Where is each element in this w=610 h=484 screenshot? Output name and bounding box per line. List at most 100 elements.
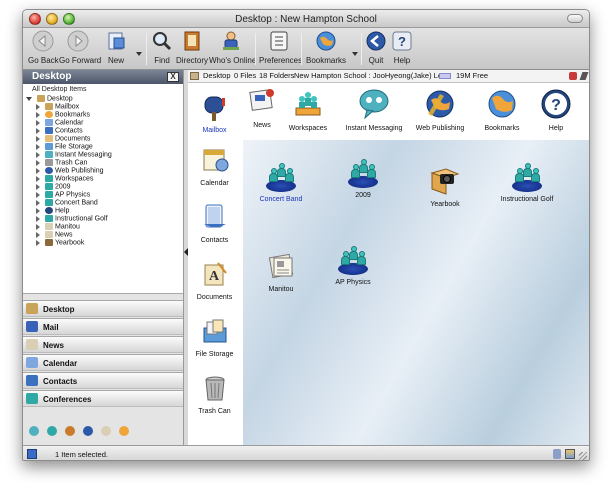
tree-item-trash-can[interactable]: Trash Can [36,159,87,167]
disclosure-triangle-icon[interactable] [36,191,40,198]
app-web-publishing[interactable]: Web Publishing [407,88,473,132]
preferences-button[interactable]: Preferences [259,30,302,65]
tree-item-web-publishing[interactable]: Web Publishing [36,167,104,175]
disclosure-triangle-icon[interactable] [36,103,40,110]
group-icon [45,191,53,198]
app-documents[interactable]: A Documents [188,259,241,301]
toolbar-toggle-button[interactable] [567,14,583,23]
disclosure-triangle-icon[interactable] [36,207,40,214]
go-back-button[interactable]: Go Back [28,30,59,65]
app-contacts[interactable]: Contacts [188,202,241,244]
file-storage-icon [45,143,53,150]
view-options-icon[interactable] [569,72,577,80]
go-forward-button[interactable]: Go Forward [59,30,101,65]
tree-item-label: Concert Band [55,199,98,207]
svg-text:A: A [208,269,219,284]
app-trash-can[interactable]: Trash Can [188,373,241,415]
whos-online-label: Who's Online [209,56,257,65]
disclosure-triangle-icon[interactable] [36,183,40,190]
disclosure-triangle-icon[interactable] [36,223,40,230]
tree-item-desktop[interactable]: Desktop [26,95,73,103]
nav-conferences[interactable]: Conferences [23,390,183,407]
disclosure-triangle-icon[interactable] [36,199,40,206]
disclosure-triangle-icon[interactable] [36,167,40,174]
whos-online-button[interactable]: Who's Online [209,30,257,65]
workspaces-mini-icon[interactable] [47,426,57,436]
folder-count: 18 Folders [259,71,295,80]
tree-item-contacts[interactable]: Contacts [36,127,83,135]
resize-grip[interactable] [579,452,587,460]
new-button[interactable]: New [103,30,129,65]
instant-messaging-mini-icon[interactable] [29,426,39,436]
new-menu-arrow-icon[interactable] [136,52,142,56]
sidebar-close-button[interactable]: X [167,72,179,82]
status-window-icon[interactable] [27,449,37,459]
app-instant-messaging[interactable]: Instant Messaging [341,88,407,132]
nav-contacts[interactable]: Contacts [23,372,183,389]
disclosure-triangle-icon[interactable] [36,175,40,182]
disclosure-triangle-icon[interactable] [36,135,40,142]
nav-desktop[interactable]: Desktop [23,300,183,317]
tree-item-2009[interactable]: 2009 [36,183,71,191]
desktop-item-manitou[interactable]: Manitou [246,250,316,293]
app-workspaces[interactable]: Workspaces [275,88,341,132]
nav-news[interactable]: News [23,336,183,353]
go-back-label: Go Back [28,56,59,65]
tree-item-label: Instructional Golf [55,215,108,223]
disclosure-triangle-icon[interactable] [36,231,40,238]
bookmarks-menu-arrow-icon[interactable] [352,52,358,56]
tree-item-news[interactable]: News [36,231,73,239]
quit-button[interactable]: Quit [365,30,387,65]
disclosure-triangle-icon[interactable] [36,239,40,246]
disclosure-triangle-icon[interactable] [36,159,40,166]
directory-button[interactable]: Directory [176,30,208,65]
disclosure-triangle-icon[interactable] [36,127,40,134]
disclosure-triangle-icon[interactable] [36,111,40,118]
tree-item-ap-physics[interactable]: AP Physics [36,191,90,199]
disclosure-triangle-icon[interactable] [26,96,32,101]
desktop-item-concert-band[interactable]: Concert Band [246,162,316,203]
tree-item-mailbox[interactable]: Mailbox [36,103,79,111]
app-file-storage[interactable]: File Storage [188,316,241,358]
tree-item-file-storage[interactable]: File Storage [36,143,93,151]
lock-icon[interactable] [553,449,561,459]
disclosure-triangle-icon[interactable] [36,119,40,126]
tree-item-workspaces[interactable]: Workspaces [36,175,93,183]
web-publishing-icon [45,167,53,174]
app-calendar[interactable]: Calendar [188,145,241,187]
help-icon: ? [392,31,412,51]
tree-item-bookmarks[interactable]: Bookmarks [36,111,90,119]
quit-label: Quit [368,56,384,65]
tree-item-yearbook[interactable]: Yearbook [36,239,84,247]
contacts-nav-icon [26,375,38,386]
desktop-item-ap-physics[interactable]: AP Physics [318,245,388,286]
trash-can-icon [45,159,53,166]
news-mini-icon[interactable] [101,426,111,436]
tree-item-calendar[interactable]: Calendar [36,119,83,127]
web-publishing-mini-icon[interactable] [83,426,93,436]
app-help[interactable]: ? Help [523,88,589,132]
grid-view-icon[interactable] [565,449,575,459]
svg-text:?: ? [398,34,406,49]
edit-pencil-icon[interactable] [579,72,589,80]
find-button[interactable]: Find [151,30,173,65]
tree-item-manitou[interactable]: Manitou [36,223,80,231]
tree-item-concert-band[interactable]: Concert Band [36,199,98,207]
desktop-item-yearbook[interactable]: Yearbook [410,165,480,208]
nav-calendar[interactable]: Calendar [23,354,183,371]
main-content: Desktop 0 Files 18 Folders New Hampton S… [188,70,589,445]
disclosure-triangle-icon[interactable] [36,143,40,150]
tree-item-help[interactable]: Help [36,207,69,215]
nav-mail[interactable]: Mail [23,318,183,335]
bookmarks-mini-icon[interactable] [119,426,129,436]
disclosure-triangle-icon[interactable] [36,151,40,158]
tree-item-instant-messaging[interactable]: Instant Messaging [36,151,112,159]
bookmarks-button[interactable]: Bookmarks [306,30,346,65]
directory-mini-icon[interactable] [65,426,75,436]
help-button[interactable]: ? Help [390,30,414,65]
disclosure-triangle-icon[interactable] [36,215,40,222]
desktop-item-instructional-golf[interactable]: Instructional Golf [492,162,562,203]
tree-item-instructional-golf[interactable]: Instructional Golf [36,215,108,223]
desktop-item-2009[interactable]: 2009 [328,158,398,199]
tree-item-documents[interactable]: Documents [36,135,90,143]
